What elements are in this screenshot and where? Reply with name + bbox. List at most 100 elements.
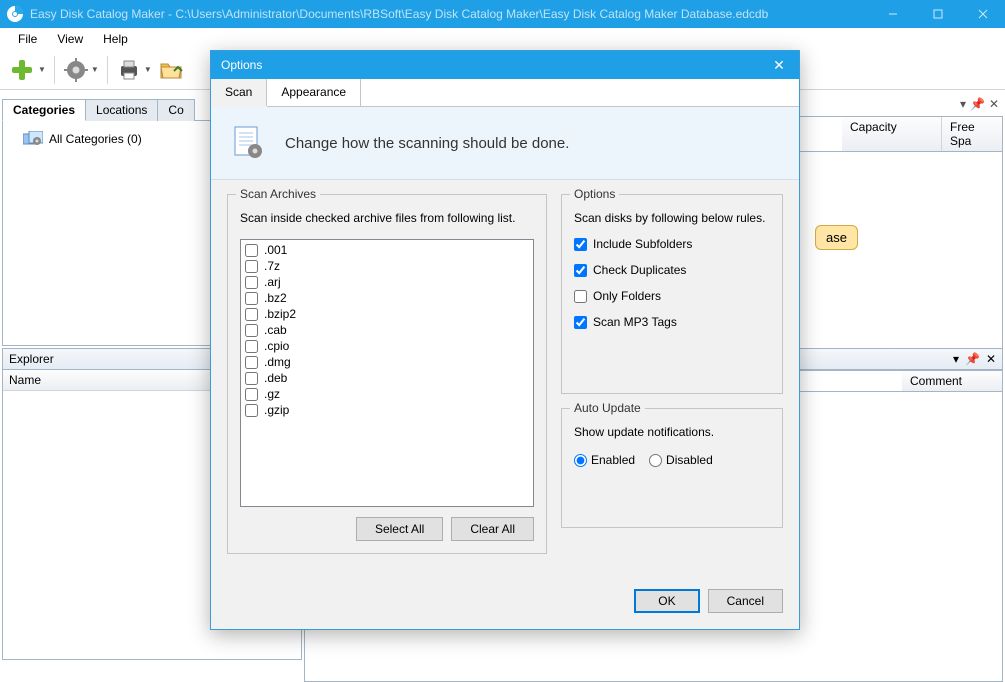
include-subfolders-label: Include Subfolders — [593, 237, 692, 251]
scan-icon — [231, 125, 267, 161]
menu-view[interactable]: View — [47, 30, 93, 48]
tab-locations[interactable]: Locations — [85, 99, 158, 121]
archive-checkbox[interactable] — [245, 324, 258, 337]
archive-list[interactable]: .001.7z.arj.bz2.bzip2.cab .cpio .dmg .deb .g… — [240, 239, 534, 507]
archive-item[interactable]: .bz2 — [245, 290, 529, 306]
dialog-close-button[interactable]: ✕ — [759, 57, 799, 74]
archive-label: .gz — [264, 387, 280, 401]
explorer-title: Explorer — [9, 352, 54, 366]
archive-checkbox[interactable] — [245, 244, 258, 257]
archive-item[interactable]: .gz — [245, 386, 529, 402]
maximize-button[interactable] — [915, 0, 960, 28]
chevron-down-icon: ▼ — [91, 65, 99, 74]
minimize-button[interactable] — [870, 0, 915, 28]
dialog-banner-text: Change how the scanning should be done. — [285, 135, 569, 152]
pin-icon[interactable]: 📌 — [965, 352, 980, 366]
dialog-title: Options — [221, 58, 759, 72]
auto-update-enabled-radio[interactable] — [574, 454, 587, 467]
clear-all-button[interactable]: Clear All — [451, 517, 534, 541]
dialog-tab-appearance[interactable]: Appearance — [267, 79, 361, 106]
archive-label: .cpio — [264, 339, 289, 353]
scan-archives-group: Scan Archives Scan inside checked archiv… — [227, 194, 547, 554]
column-comment[interactable]: Comment — [902, 371, 1002, 391]
archive-item[interactable]: .arj — [245, 274, 529, 290]
only-folders-row[interactable]: Only Folders — [574, 289, 770, 303]
separator — [107, 56, 108, 84]
auto-update-title: Auto Update — [570, 401, 645, 415]
archive-item[interactable]: .7z — [245, 258, 529, 274]
options-desc: Scan disks by following below rules. — [574, 211, 770, 225]
auto-update-group: Auto Update Show update notifications. E… — [561, 408, 783, 528]
dialog-footer: OK Cancel — [211, 577, 799, 629]
add-button[interactable]: ▼ — [6, 54, 48, 86]
dialog-tab-scan[interactable]: Scan — [211, 79, 267, 107]
archive-checkbox[interactable] — [245, 340, 258, 353]
only-folders-label: Only Folders — [593, 289, 661, 303]
column-capacity[interactable]: Capacity — [842, 117, 942, 151]
window-titlebar: Easy Disk Catalog Maker - C:\Users\Admin… — [0, 0, 1005, 28]
options-dialog: Options ✕ Scan Appearance Change how the… — [210, 50, 800, 630]
auto-update-disabled-label: Disabled — [666, 453, 713, 467]
archive-checkbox[interactable] — [245, 356, 258, 369]
archive-label: .bz2 — [264, 291, 287, 305]
archive-label: .deb — [264, 371, 287, 385]
archive-checkbox[interactable] — [245, 276, 258, 289]
scan-mp3-row[interactable]: Scan MP3 Tags — [574, 315, 770, 329]
app-icon — [6, 5, 24, 23]
menu-help[interactable]: Help — [93, 30, 138, 48]
archive-label: .dmg — [264, 355, 291, 369]
archive-checkbox[interactable] — [245, 292, 258, 305]
options-title: Options — [570, 187, 619, 201]
archive-checkbox[interactable] — [245, 388, 258, 401]
archive-label: .gzip — [264, 403, 289, 417]
archive-item[interactable]: .cab — [245, 322, 529, 338]
archive-label: .cab — [264, 323, 287, 337]
print-button[interactable]: ▼ — [114, 55, 154, 85]
archive-item[interactable]: .gzip — [245, 402, 529, 418]
close-button[interactable] — [960, 0, 1005, 28]
only-folders-checkbox[interactable] — [574, 290, 587, 303]
check-duplicates-row[interactable]: Check Duplicates — [574, 263, 770, 277]
select-all-button[interactable]: Select All — [356, 517, 443, 541]
scan-mp3-checkbox[interactable] — [574, 316, 587, 329]
auto-update-disabled-row[interactable]: Disabled — [649, 453, 713, 467]
cancel-button[interactable]: Cancel — [708, 589, 783, 613]
dialog-banner: Change how the scanning should be done. — [211, 107, 799, 180]
scan-archives-desc: Scan inside checked archive files from f… — [240, 211, 534, 225]
archive-item[interactable]: .bzip2 — [245, 306, 529, 322]
tree-root-label: All Categories (0) — [49, 132, 142, 146]
tab-contacts[interactable]: Co — [157, 99, 194, 121]
archive-checkbox[interactable] — [245, 404, 258, 417]
archive-checkbox[interactable] — [245, 260, 258, 273]
archive-item[interactable]: .cpio — [245, 338, 529, 354]
options-group: Options Scan disks by following below ru… — [561, 194, 783, 394]
dropdown-icon[interactable]: ▾ — [953, 352, 959, 366]
pin-icon[interactable]: 📌 — [970, 97, 985, 111]
check-duplicates-checkbox[interactable] — [574, 264, 587, 277]
column-free-space[interactable]: Free Spa — [942, 117, 1002, 151]
archive-item[interactable]: .dmg — [245, 354, 529, 370]
dialog-titlebar: Options ✕ — [211, 51, 799, 79]
archive-checkbox[interactable] — [245, 372, 258, 385]
auto-update-disabled-radio[interactable] — [649, 454, 662, 467]
close-panel-icon[interactable]: ✕ — [986, 352, 996, 366]
archive-item[interactable]: .001 — [245, 242, 529, 258]
auto-update-enabled-label: Enabled — [591, 453, 635, 467]
auto-update-enabled-row[interactable]: Enabled — [574, 453, 635, 467]
check-duplicates-label: Check Duplicates — [593, 263, 686, 277]
include-subfolders-row[interactable]: Include Subfolders — [574, 237, 770, 251]
archive-label: .001 — [264, 243, 287, 257]
settings-button[interactable]: ▼ — [61, 55, 101, 85]
ok-button[interactable]: OK — [634, 589, 699, 613]
menu-file[interactable]: File — [8, 30, 47, 48]
folder-button[interactable] — [156, 55, 186, 85]
tab-categories[interactable]: Categories — [2, 99, 86, 121]
scan-mp3-label: Scan MP3 Tags — [593, 315, 677, 329]
scan-archives-title: Scan Archives — [236, 187, 320, 201]
chevron-down-icon: ▼ — [38, 65, 46, 74]
archive-item[interactable]: .deb — [245, 370, 529, 386]
dropdown-icon[interactable]: ▾ — [960, 97, 966, 111]
close-panel-icon[interactable]: ✕ — [989, 97, 999, 111]
include-subfolders-checkbox[interactable] — [574, 238, 587, 251]
archive-checkbox[interactable] — [245, 308, 258, 321]
